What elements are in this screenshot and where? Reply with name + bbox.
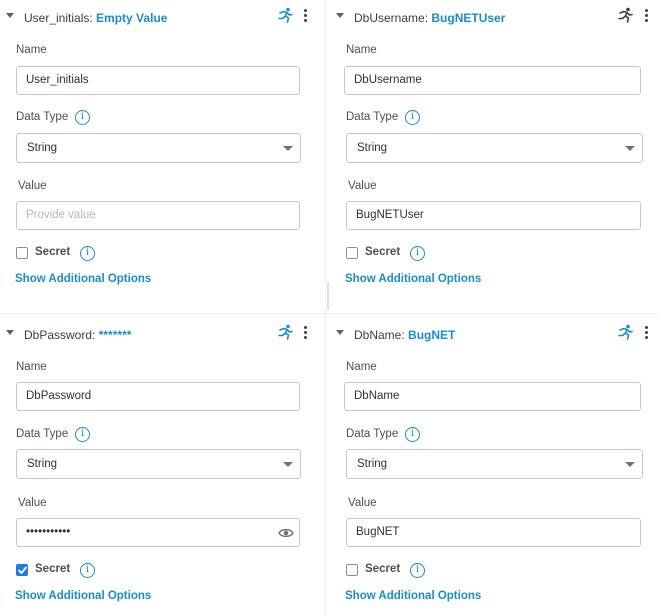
secret-checkbox[interactable] (346, 247, 358, 259)
caret-down-icon[interactable] (6, 330, 14, 335)
value-input[interactable]: BugNETUser (346, 201, 641, 230)
value-label: Value (18, 497, 47, 509)
secret-label: Secret (35, 563, 71, 575)
panel-title: DbName: BugNET (354, 328, 455, 342)
vertical-ellipsis-icon[interactable] (304, 9, 308, 23)
value-input[interactable]: ••••••••••• (16, 518, 300, 547)
info-circle-icon[interactable]: i (75, 110, 90, 125)
panel-header[interactable]: DbPassword: ******* (0, 317, 325, 347)
data-type-selected: String (27, 142, 58, 154)
column-divider (325, 0, 326, 616)
value-input[interactable]: Provide value (16, 201, 300, 230)
vertical-ellipsis-icon[interactable] (304, 326, 308, 340)
vertical-ellipsis-icon[interactable] (645, 326, 649, 340)
show-additional-options-link[interactable]: Show Additional Options (345, 273, 481, 285)
variable-panel-user-initials: User_initials: Empty Value Name User_ini… (0, 0, 325, 302)
running-man-icon[interactable] (617, 324, 633, 340)
info-circle-icon[interactable]: i (75, 427, 90, 442)
panel-header[interactable]: User_initials: Empty Value (0, 0, 325, 30)
value-label: Value (348, 180, 377, 192)
caret-down-icon[interactable] (336, 13, 344, 18)
data-type-label: Data Type (346, 111, 399, 123)
panel-header[interactable]: DbUsername: BugNETUser (330, 0, 655, 30)
caret-down-icon (283, 146, 293, 151)
variable-panel-dbusername: DbUsername: BugNETUser Name DbUsername D… (330, 0, 655, 302)
show-additional-options-link[interactable]: Show Additional Options (345, 590, 481, 602)
secret-checkbox[interactable] (16, 564, 28, 576)
variable-name-label: DbPassword: (24, 328, 96, 342)
caret-down-icon (625, 146, 635, 151)
variable-value-summary: BugNET (408, 328, 456, 342)
data-type-label: Data Type (16, 428, 69, 440)
column-resize-handle[interactable] (327, 282, 329, 310)
secret-label: Secret (365, 563, 401, 575)
secret-label: Secret (35, 246, 71, 258)
name-label: Name (346, 44, 377, 56)
variable-name-label: DbUsername: (354, 11, 429, 25)
caret-down-icon[interactable] (336, 330, 344, 335)
data-type-select[interactable]: String (16, 133, 301, 163)
variable-panel-dbpassword: DbPassword: ******* Name DbPassword Data… (0, 317, 325, 616)
caret-down-icon (283, 462, 293, 467)
data-type-selected: String (27, 458, 58, 470)
panel-header[interactable]: DbName: BugNET (330, 317, 655, 347)
panel-title: DbUsername: BugNETUser (354, 11, 505, 25)
data-type-selected: String (357, 142, 388, 154)
variable-name-label: User_initials: (24, 11, 93, 25)
data-type-label: Data Type (346, 428, 399, 440)
info-circle-icon[interactable]: i (405, 427, 420, 442)
data-type-select[interactable]: String (346, 449, 643, 479)
panel-title: DbPassword: ******* (24, 328, 131, 342)
name-input[interactable]: DbPassword (16, 382, 300, 411)
name-label: Name (346, 361, 377, 373)
name-input[interactable]: DbName (344, 382, 641, 411)
variables-editor: User_initials: Empty Value Name User_ini… (0, 0, 659, 616)
secret-checkbox[interactable] (16, 247, 28, 259)
variable-value-summary: ******* (98, 328, 132, 342)
value-input[interactable]: BugNET (346, 518, 641, 547)
running-man-icon[interactable] (277, 324, 293, 340)
info-circle-icon[interactable]: i (410, 563, 425, 578)
eye-icon[interactable] (278, 527, 294, 539)
name-input[interactable]: User_initials (16, 66, 300, 95)
show-additional-options-link[interactable]: Show Additional Options (15, 273, 151, 285)
running-man-icon[interactable] (277, 7, 293, 23)
panel-title: User_initials: Empty Value (24, 11, 167, 25)
info-circle-icon[interactable]: i (410, 246, 425, 261)
data-type-select[interactable]: String (16, 449, 301, 479)
show-additional-options-link[interactable]: Show Additional Options (15, 590, 151, 602)
caret-down-icon[interactable] (6, 13, 14, 18)
name-input[interactable]: DbUsername (344, 66, 641, 95)
data-type-selected: String (357, 458, 388, 470)
value-label: Value (348, 497, 377, 509)
variable-name-label: DbName: (354, 328, 405, 342)
info-circle-icon[interactable]: i (405, 110, 420, 125)
running-man-icon[interactable] (617, 7, 633, 23)
masked-value: ••••••••••• (26, 526, 71, 538)
value-label: Value (18, 180, 47, 192)
data-type-select[interactable]: String (346, 133, 643, 163)
row-divider (0, 313, 659, 314)
variable-value-summary: Empty Value (96, 11, 168, 25)
info-circle-icon[interactable]: i (80, 563, 95, 578)
name-label: Name (16, 44, 47, 56)
vertical-ellipsis-icon[interactable] (645, 9, 649, 23)
secret-checkbox[interactable] (346, 564, 358, 576)
name-label: Name (16, 361, 47, 373)
data-type-label: Data Type (16, 111, 69, 123)
variable-panel-dbname: DbName: BugNET Name DbName Data Type i S… (330, 317, 655, 616)
info-circle-icon[interactable]: i (80, 246, 95, 261)
secret-label: Secret (365, 246, 401, 258)
caret-down-icon (625, 462, 635, 467)
variable-value-summary: BugNETUser (431, 11, 506, 25)
